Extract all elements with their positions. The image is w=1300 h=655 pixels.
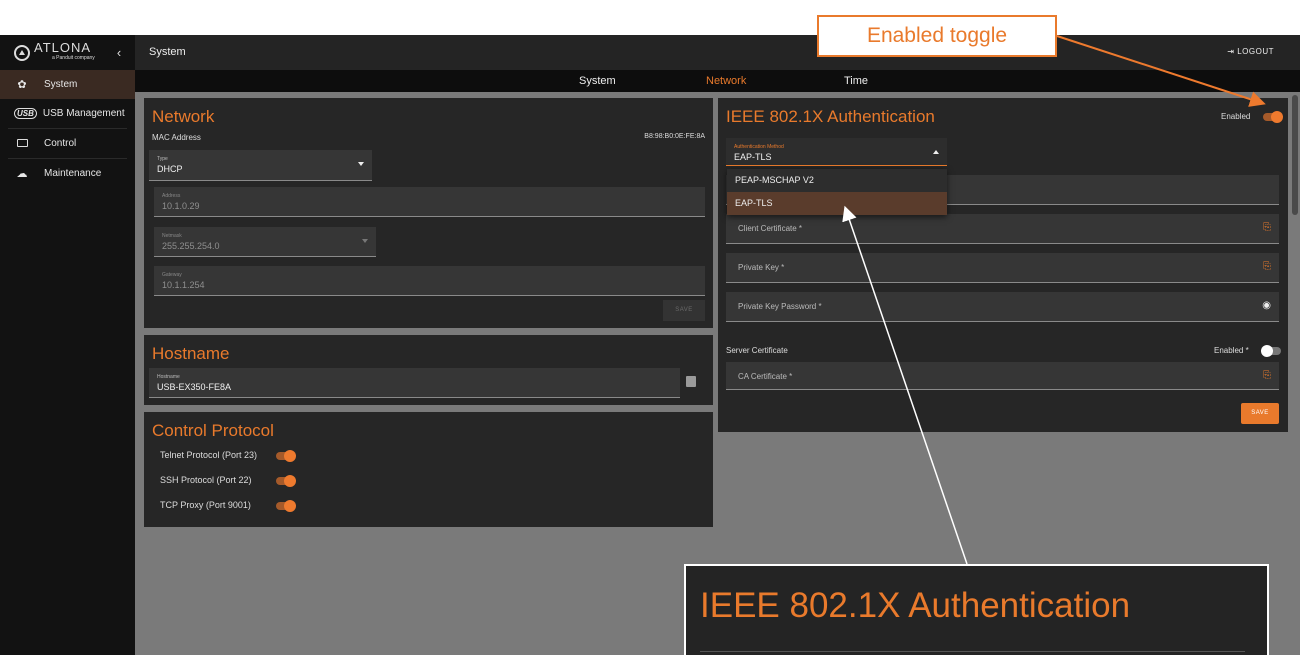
caret-down-icon bbox=[358, 162, 364, 166]
file-upload-icon[interactable]: ⎘ bbox=[1263, 222, 1271, 233]
type-label: Type bbox=[157, 156, 168, 162]
toggle-knob bbox=[1261, 345, 1273, 357]
logout-label: LOGOUT bbox=[1237, 47, 1274, 56]
tcp-proxy-toggle[interactable] bbox=[276, 500, 296, 512]
caret-down-icon bbox=[362, 239, 368, 243]
private-key-field[interactable]: Private Key * ⎘ bbox=[726, 253, 1279, 283]
gateway-value: 10.1.1.254 bbox=[162, 280, 205, 290]
sidebar-item-usb-management[interactable]: USB USB Management bbox=[0, 99, 135, 128]
toggle-knob bbox=[284, 475, 296, 487]
usb-icon: USB bbox=[14, 108, 37, 119]
callout-zoom: IEEE 802.1X Authentication bbox=[684, 564, 1269, 655]
type-value: DHCP bbox=[157, 164, 183, 174]
tab-network[interactable]: Network bbox=[706, 75, 746, 87]
callout-enabled-toggle: Enabled toggle bbox=[817, 15, 1057, 57]
hostname-field[interactable]: Hostname USB-EX350-FE8A bbox=[149, 368, 680, 398]
eye-off-icon[interactable]: ◉ bbox=[1262, 300, 1271, 311]
sidebar-item-system[interactable]: ✿ System bbox=[0, 70, 135, 99]
brand-name: ATLONA bbox=[34, 39, 92, 55]
client-certificate-label: Client Certificate * bbox=[738, 224, 803, 233]
private-key-password-label: Private Key Password * bbox=[738, 302, 822, 311]
sidebar-item-maintenance[interactable]: ☁ Maintenance bbox=[0, 159, 135, 188]
atlona-logo-icon bbox=[14, 44, 30, 61]
scrollbar[interactable] bbox=[1292, 95, 1298, 215]
top-bar: System ⇥ LOGOUT bbox=[135, 35, 1300, 70]
telnet-label: Telnet Protocol (Port 23) bbox=[160, 450, 258, 460]
file-upload-icon[interactable]: ⎘ bbox=[1263, 261, 1271, 272]
type-select[interactable]: Type DHCP bbox=[149, 150, 372, 181]
sidebar-item-label: USB Management bbox=[42, 108, 125, 119]
ca-certificate-field[interactable]: CA Certificate * ⎘ bbox=[726, 362, 1279, 390]
sidebar: ATLONA a Panduit company ‹ ✿ System USB … bbox=[0, 35, 135, 655]
sidebar-item-label: Maintenance bbox=[44, 168, 102, 179]
ieee-card: IEEE 802.1X Authentication Enabled Authe… bbox=[718, 98, 1288, 432]
brand-logo: ATLONA a Panduit company bbox=[34, 39, 95, 64]
tab-time[interactable]: Time bbox=[844, 75, 868, 87]
toggle-knob bbox=[284, 500, 296, 512]
toggle-knob bbox=[1271, 111, 1283, 123]
file-upload-icon[interactable]: ⎘ bbox=[1263, 370, 1271, 381]
private-key-label: Private Key * bbox=[738, 263, 785, 272]
caret-up-icon bbox=[933, 150, 939, 154]
tab-bar: System Network Time bbox=[135, 70, 1300, 92]
address-label: Address bbox=[162, 193, 181, 199]
hostname-value: USB-EX350-FE8A bbox=[157, 382, 232, 392]
floppy-save-icon[interactable] bbox=[686, 376, 696, 387]
page-title: System bbox=[149, 46, 186, 58]
network-title: Network bbox=[152, 107, 215, 126]
control-protocol-card: Control Protocol Telnet Protocol (Port 2… bbox=[144, 412, 713, 527]
ieee-save-button[interactable]: SAVE bbox=[1241, 403, 1279, 424]
ieee-title: IEEE 802.1X Authentication bbox=[726, 107, 935, 126]
telnet-toggle[interactable] bbox=[276, 450, 296, 462]
netmask-value: 255.255.254.0 bbox=[162, 241, 220, 251]
sidebar-item-label: Control bbox=[44, 138, 77, 149]
server-enabled-label: Enabled * bbox=[1214, 346, 1249, 355]
network-card: Network MAC Address B8:98:B0:0E:FE:8A Ty… bbox=[144, 98, 713, 328]
auth-method-dropdown: PEAP-MSCHAP V2 EAP-TLS bbox=[727, 169, 947, 215]
gateway-label: Gateway bbox=[162, 272, 182, 278]
netmask-select[interactable]: Netmask 255.255.254.0 bbox=[154, 227, 376, 257]
mac-address-label: MAC Address bbox=[152, 133, 201, 142]
dropdown-option-eap-tls[interactable]: EAP-TLS bbox=[727, 192, 947, 215]
gateway-field[interactable]: Gateway 10.1.1.254 bbox=[154, 266, 705, 296]
logout-icon: ⇥ bbox=[1227, 47, 1235, 56]
gear-icon: ✿ bbox=[17, 79, 27, 91]
hostname-title: Hostname bbox=[152, 344, 230, 363]
mac-address-value: B8:98:B0:0E:FE:8A bbox=[644, 133, 705, 140]
logout-button[interactable]: ⇥ LOGOUT bbox=[1227, 47, 1274, 56]
auth-method-select[interactable]: Authentication Method EAP-TLS bbox=[726, 138, 947, 166]
tcp-proxy-label: TCP Proxy (Port 9001) bbox=[160, 500, 251, 510]
ieee-enabled-label: Enabled bbox=[1221, 112, 1251, 121]
private-key-password-field[interactable]: Private Key Password * ◉ bbox=[726, 292, 1279, 322]
network-save-button[interactable]: SAVE bbox=[663, 300, 705, 321]
hostname-card: Hostname Hostname USB-EX350-FE8A bbox=[144, 335, 713, 405]
sidebar-item-control[interactable]: Control bbox=[0, 129, 135, 158]
client-certificate-field[interactable]: Client Certificate * ⎘ bbox=[726, 214, 1279, 244]
brand-tagline: a Panduit company bbox=[52, 54, 95, 61]
server-certificate-label: Server Certificate bbox=[726, 346, 788, 355]
brand-row: ATLONA a Panduit company ‹ bbox=[0, 35, 135, 70]
tab-system[interactable]: System bbox=[579, 75, 616, 87]
ssh-toggle[interactable] bbox=[276, 475, 296, 487]
ca-certificate-label: CA Certificate * bbox=[738, 372, 793, 381]
zoom-ieee-title: IEEE 802.1X Authentication bbox=[700, 586, 1131, 625]
ieee-enabled-toggle[interactable] bbox=[1263, 111, 1283, 123]
collapse-sidebar-icon[interactable]: ‹ bbox=[117, 45, 121, 60]
hostname-label: Hostname bbox=[157, 374, 180, 380]
sidebar-item-label: System bbox=[44, 79, 78, 90]
zoom-field-line bbox=[700, 651, 1245, 652]
dropdown-option-peap[interactable]: PEAP-MSCHAP V2 bbox=[727, 169, 947, 192]
ssh-label: SSH Protocol (Port 22) bbox=[160, 475, 252, 485]
auth-method-value: EAP-TLS bbox=[734, 152, 772, 162]
server-certificate-toggle[interactable] bbox=[1261, 345, 1281, 357]
toggle-knob bbox=[284, 450, 296, 462]
netmask-label: Netmask bbox=[162, 233, 182, 239]
cloud-icon: ☁ bbox=[16, 168, 28, 180]
address-value: 10.1.0.29 bbox=[162, 201, 200, 211]
control-protocol-title: Control Protocol bbox=[152, 421, 274, 440]
address-field[interactable]: Address 10.1.0.29 bbox=[154, 187, 705, 217]
monitor-icon bbox=[14, 138, 30, 150]
auth-method-label: Authentication Method bbox=[734, 144, 784, 150]
